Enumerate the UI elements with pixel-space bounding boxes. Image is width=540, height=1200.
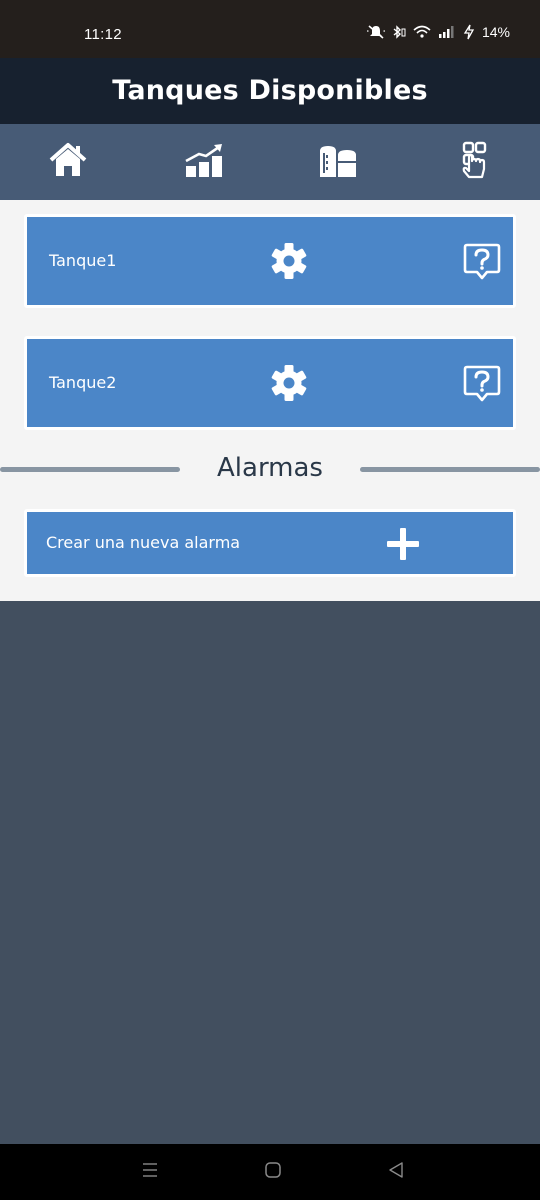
signal-icon	[438, 25, 456, 39]
system-back-button[interactable]	[384, 1160, 408, 1184]
status-bar: 11:12 14%	[0, 0, 540, 58]
mute-icon	[366, 25, 385, 39]
create-alarm-button[interactable]: Crear una nueva alarma	[24, 509, 516, 577]
nav-bar	[0, 124, 540, 200]
content-panel: Tanque1 Tanque2 Alarmas Crear una nueva …	[0, 200, 540, 601]
divider-line-right	[360, 467, 540, 472]
nav-home-button[interactable]	[45, 140, 91, 184]
touch-icon	[453, 140, 493, 185]
nav-tanks-button[interactable]	[315, 140, 361, 184]
bluetooth-icon	[392, 25, 406, 39]
tank-name: Tanque1	[49, 251, 117, 270]
nav-touch-button[interactable]	[450, 140, 496, 184]
page-title: Tanques Disponibles	[112, 75, 428, 106]
title-bar: Tanques Disponibles	[0, 58, 540, 124]
charging-icon	[463, 24, 475, 40]
tank-card[interactable]: Tanque2	[24, 336, 516, 430]
help-icon[interactable]	[462, 241, 502, 281]
battery-percent: 14%	[481, 24, 510, 40]
help-icon[interactable]	[462, 363, 502, 403]
status-time: 11:12	[84, 26, 122, 43]
tanks-icon	[317, 141, 359, 184]
recents-button[interactable]	[138, 1160, 162, 1184]
tank-name: Tanque2	[49, 373, 117, 392]
status-icons: 14%	[366, 24, 510, 40]
gear-icon[interactable]	[270, 364, 308, 402]
recents-icon	[141, 1161, 159, 1184]
chart-icon	[183, 142, 225, 183]
alarms-section-header: Alarmas	[0, 448, 540, 490]
gear-icon[interactable]	[270, 242, 308, 280]
wifi-icon	[413, 25, 431, 39]
plus-icon	[385, 526, 421, 562]
home-icon	[48, 142, 88, 183]
tank-card[interactable]: Tanque1	[24, 214, 516, 308]
nav-stats-button[interactable]	[181, 140, 227, 184]
back-icon	[387, 1161, 405, 1184]
create-alarm-label: Crear una nueva alarma	[46, 533, 241, 552]
home-circle-icon	[264, 1161, 282, 1184]
system-nav-bar	[0, 1144, 540, 1200]
system-home-button[interactable]	[261, 1160, 285, 1184]
